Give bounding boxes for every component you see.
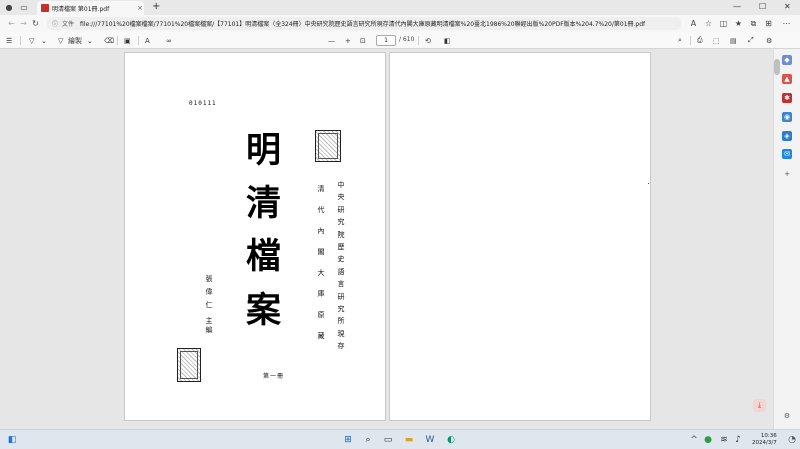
settings-icon[interactable]: ⚙ bbox=[766, 35, 772, 46]
forward-icon[interactable]: → bbox=[18, 18, 29, 29]
new-tab-button[interactable]: + bbox=[152, 1, 160, 12]
separator bbox=[20, 36, 21, 45]
institute-column-left: 清代內閣大庫原藏 bbox=[317, 185, 325, 340]
clock-time: 10:36 bbox=[760, 433, 777, 439]
taskbar: ◧ ⊞ ⌕ ▭ ▬ W ◐ ^ ● ≋ ♪ 10:36 2024/3/7 ◔ bbox=[0, 429, 800, 449]
office-icon[interactable]: ◈ bbox=[782, 131, 792, 141]
sidebar-settings-icon[interactable]: ⚙ bbox=[782, 411, 792, 421]
chevron-down-icon[interactable]: ⌄ bbox=[87, 35, 93, 46]
two-page-icon[interactable]: ◧ bbox=[444, 35, 451, 46]
clock-date: 2024/3/7 bbox=[752, 440, 777, 446]
fullscreen-icon[interactable]: ⤢ bbox=[748, 35, 754, 46]
title-char-1: 明 bbox=[246, 130, 282, 171]
draw-button[interactable]: 繪製 bbox=[68, 35, 82, 46]
maximize-button[interactable]: ☐ bbox=[759, 2, 766, 11]
minimize-button[interactable]: — bbox=[733, 2, 741, 11]
title-char-4: 案 bbox=[246, 290, 282, 331]
favorites-icon[interactable]: ★ bbox=[733, 18, 744, 29]
back-icon[interactable]: ← bbox=[6, 18, 17, 29]
page-number-input[interactable]: 1 bbox=[376, 35, 396, 46]
pdf-tools-icon[interactable]: ⤓ bbox=[753, 399, 766, 412]
title-char-3: 檔 bbox=[246, 236, 282, 277]
address-bar: ← → ↻ ⓘ 文件 file:///77101%20檔案檔案/77101%20… bbox=[0, 15, 800, 32]
editor-role: 主編 bbox=[205, 317, 213, 334]
tab-close-icon[interactable]: × bbox=[136, 4, 144, 12]
chevron-down-icon[interactable]: ⌄ bbox=[41, 35, 47, 46]
title-char-2: 清 bbox=[246, 183, 282, 224]
read-aloud-icon[interactable]: A bbox=[145, 35, 150, 46]
tab-pdf[interactable]: 明清檔案 第01冊.pdf × bbox=[37, 1, 144, 15]
search-icon[interactable]: ⌕ bbox=[362, 434, 374, 446]
shopping-icon[interactable]: ▲ bbox=[782, 74, 792, 84]
split-screen-icon[interactable]: ◫ bbox=[718, 18, 729, 29]
search-icon[interactable]: ⌕ bbox=[678, 35, 682, 46]
add-icon[interactable]: + bbox=[782, 169, 792, 179]
erase-icon[interactable]: ⌫ bbox=[104, 35, 114, 46]
fit-page-icon[interactable]: ⊡ bbox=[360, 35, 366, 46]
separator bbox=[418, 36, 419, 45]
task-view-icon[interactable]: ▭ bbox=[382, 434, 394, 446]
seal-stamp bbox=[177, 348, 201, 382]
tools-icon[interactable]: ✱ bbox=[782, 93, 792, 103]
wechat-icon[interactable]: ● bbox=[702, 434, 714, 446]
widgets-icon[interactable]: ◧ bbox=[6, 434, 18, 446]
highlight-icon[interactable]: ▽ bbox=[29, 35, 34, 46]
edge-sidebar: ◆ ▲ ✱ ◉ ◈ ✉ + ⚙ bbox=[773, 49, 800, 429]
start-icon[interactable]: ⊞ bbox=[342, 434, 354, 446]
system-clock[interactable]: 10:36 2024/3/7 bbox=[752, 433, 777, 447]
favorite-icon[interactable]: ☆ bbox=[703, 18, 714, 29]
tab-actions-icon[interactable]: ▭ bbox=[19, 2, 29, 12]
catalog-code: 010111 bbox=[189, 100, 217, 107]
draw-icon[interactable]: ▽ bbox=[58, 35, 63, 46]
close-window-button[interactable]: ✕ bbox=[784, 2, 791, 11]
collections-icon[interactable]: ⧉ bbox=[748, 18, 759, 29]
volume-label: 第一冊 bbox=[263, 373, 285, 380]
info-icon[interactable]: ⓘ bbox=[52, 19, 58, 28]
edge-icon[interactable]: ◐ bbox=[445, 434, 457, 446]
zoom-in-button[interactable]: + bbox=[345, 35, 351, 46]
games-icon[interactable]: ◉ bbox=[782, 112, 792, 122]
document-area[interactable]: 010111 明 清 檔 案 中央研究院歷史語言研究所現存 清代內閣大庫原藏 張… bbox=[0, 49, 773, 429]
page-mark bbox=[648, 183, 649, 184]
page-total: / 610 bbox=[399, 36, 415, 43]
notification-icon[interactable]: ◔ bbox=[786, 434, 798, 446]
read-aloud-icon[interactable]: A bbox=[688, 18, 699, 29]
profile-icon[interactable]: ● bbox=[4, 2, 14, 12]
page-view-icon[interactable]: ▣ bbox=[124, 35, 131, 46]
pdf-page-1: 010111 明 清 檔 案 中央研究院歷史語言研究所現存 清代內閣大庫原藏 張… bbox=[124, 52, 386, 421]
print-icon[interactable]: ⎙ bbox=[697, 35, 703, 46]
extensions-icon[interactable]: ⊞ bbox=[763, 18, 774, 29]
separator bbox=[138, 36, 139, 45]
pdf-page-2 bbox=[389, 52, 651, 421]
library-seal bbox=[315, 130, 341, 162]
rotate-icon[interactable]: ⟲ bbox=[425, 35, 431, 46]
save-icon[interactable]: ⬚ bbox=[713, 35, 720, 46]
pdf-favicon-icon bbox=[41, 4, 49, 12]
refresh-icon[interactable]: ↻ bbox=[30, 18, 41, 29]
wifi-icon[interactable]: ≋ bbox=[718, 434, 730, 446]
separator bbox=[690, 36, 691, 45]
chevron-up-icon[interactable]: ^ bbox=[688, 434, 700, 446]
volume-icon[interactable]: ♪ bbox=[732, 434, 744, 446]
editor-name: 張偉仁 bbox=[205, 275, 213, 309]
file-explorer-icon[interactable]: ▬ bbox=[403, 434, 415, 446]
more-icon[interactable]: ⋯ bbox=[781, 18, 792, 29]
save-as-icon[interactable]: ▤ bbox=[730, 35, 737, 46]
file-label: 文件 bbox=[62, 21, 75, 28]
outlook-icon[interactable]: ✉ bbox=[782, 149, 792, 159]
pdf-toolbar: ☰ ▽ ⌄ ▽ 繪製 ⌄ ⌫ ▣ A ∞ — + ⊡ 1 / 610 ⟲ ◧ ⌕… bbox=[0, 32, 800, 49]
scrollbar-thumb[interactable] bbox=[774, 59, 780, 75]
word-icon[interactable]: W bbox=[424, 434, 436, 446]
url-field[interactable]: ⓘ 文件 file:///77101%20檔案檔案/77101%20檔案檔案/【… bbox=[46, 17, 682, 30]
separator bbox=[117, 36, 118, 45]
institute-column-right: 中央研究院歷史語言研究所現存 bbox=[337, 181, 345, 351]
contents-icon[interactable]: ☰ bbox=[6, 35, 12, 46]
title-bar: ● ▭ 明清檔案 第01冊.pdf × + — ☐ ✕ bbox=[0, 0, 800, 15]
link-icon[interactable]: ∞ bbox=[166, 35, 172, 46]
zoom-out-button[interactable]: — bbox=[328, 35, 335, 46]
discover-icon[interactable]: ◆ bbox=[782, 55, 792, 65]
url-text: file:///77101%20檔案檔案/77101%20檔案檔案/【77101… bbox=[80, 21, 646, 28]
tab-title: 明清檔案 第01冊.pdf bbox=[52, 5, 110, 13]
